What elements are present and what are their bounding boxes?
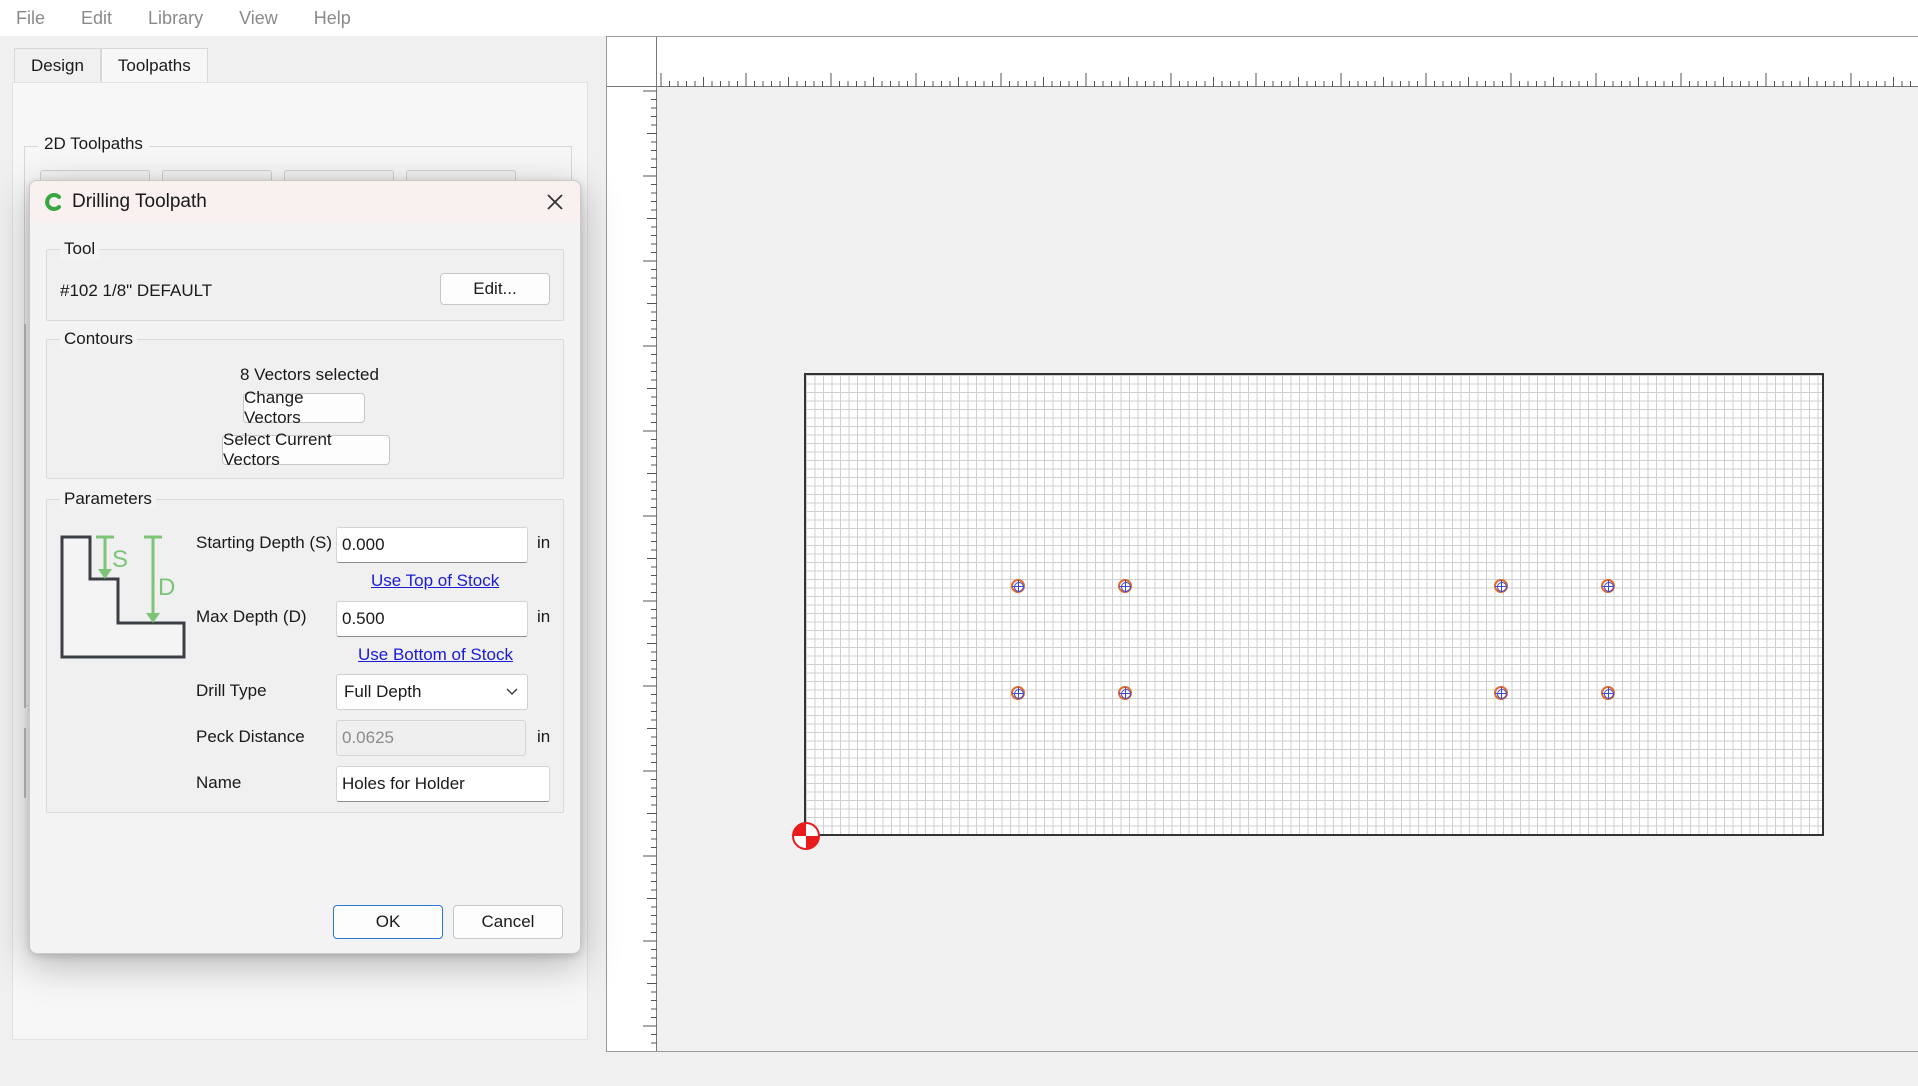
material-sheet[interactable]: [804, 373, 1824, 836]
drill-hole[interactable]: [1011, 686, 1025, 700]
ok-button[interactable]: OK: [333, 905, 443, 939]
cancel-button[interactable]: Cancel: [453, 905, 563, 939]
vectors-selected-status: 8 Vectors selected: [240, 365, 379, 384]
depth-diagram-icon: S D: [60, 535, 186, 659]
panel-tabs: Design Toolpaths: [14, 48, 208, 83]
parameters-group-label: Parameters: [60, 489, 156, 509]
drilling-toolpath-dialog: Drilling Toolpath Tool #102 1/8" DEFAULT…: [29, 180, 581, 954]
menu-library[interactable]: Library: [148, 8, 203, 29]
use-top-of-stock-link[interactable]: Use Top of Stock: [371, 571, 499, 591]
tool-group-label: Tool: [60, 239, 100, 259]
drill-hole[interactable]: [1601, 579, 1615, 593]
app-logo-icon: [45, 193, 61, 211]
drill-hole[interactable]: [1011, 579, 1025, 593]
design-viewport[interactable]: [606, 36, 1918, 1052]
dialog-title: Drilling Toolpath: [72, 191, 207, 212]
select-current-vectors-button[interactable]: Select Current Vectors: [222, 430, 390, 469]
drill-hole[interactable]: [1494, 579, 1508, 593]
vertical-ruler: [607, 87, 657, 1051]
dialog-titlebar[interactable]: Drilling Toolpath: [30, 181, 580, 223]
starting-depth-unit: in: [537, 533, 551, 552]
starting-depth-input[interactable]: 0.000: [336, 527, 528, 563]
use-bottom-of-stock-link[interactable]: Use Bottom of Stock: [358, 645, 513, 665]
edit-tool-button[interactable]: Edit...: [440, 273, 550, 305]
peck-distance-input: 0.0625: [336, 720, 526, 756]
drill-hole[interactable]: [1118, 686, 1132, 700]
panel-edge: [24, 728, 26, 798]
origin-icon: [792, 822, 820, 850]
tool-name: #102 1/8" DEFAULT: [60, 281, 213, 300]
panel-edge: [24, 324, 26, 708]
drill-type-label: Drill Type: [196, 681, 267, 700]
contours-group-label: Contours: [60, 329, 137, 349]
diagram-d-label: D: [158, 574, 175, 601]
change-vectors-button[interactable]: Change Vectors: [243, 388, 365, 427]
ruler-corner: [607, 37, 657, 87]
menu-edit[interactable]: Edit: [81, 8, 112, 29]
close-icon[interactable]: [542, 189, 568, 215]
menu-help[interactable]: Help: [314, 8, 351, 29]
horizontal-ruler: [657, 37, 1918, 87]
drill-hole[interactable]: [1118, 579, 1132, 593]
peck-distance-unit: in: [537, 727, 551, 746]
drill-type-select[interactable]: Full Depth: [336, 674, 528, 710]
tab-toolpaths[interactable]: Toolpaths: [100, 48, 208, 83]
2d-toolpaths-label: 2D Toolpaths: [38, 134, 149, 154]
diagram-s-label: S: [112, 546, 128, 573]
max-depth-unit: in: [537, 607, 551, 626]
drill-hole[interactable]: [1494, 686, 1508, 700]
drill-hole[interactable]: [1601, 686, 1615, 700]
chevron-down-icon: [506, 688, 518, 696]
max-depth-input[interactable]: 0.500: [336, 601, 528, 637]
drill-type-value: Full Depth: [344, 682, 422, 701]
tab-design[interactable]: Design: [14, 48, 101, 83]
toolpath-name-input[interactable]: Holes for Holder: [336, 766, 550, 802]
max-depth-label: Max Depth (D): [196, 607, 307, 626]
menu-view[interactable]: View: [239, 8, 278, 29]
menu-file[interactable]: File: [16, 8, 45, 29]
starting-depth-label: Starting Depth (S): [196, 533, 333, 552]
menu-bar: File Edit Library View Help: [0, 0, 1918, 36]
name-label: Name: [196, 773, 242, 792]
peck-distance-label: Peck Distance: [196, 727, 305, 746]
